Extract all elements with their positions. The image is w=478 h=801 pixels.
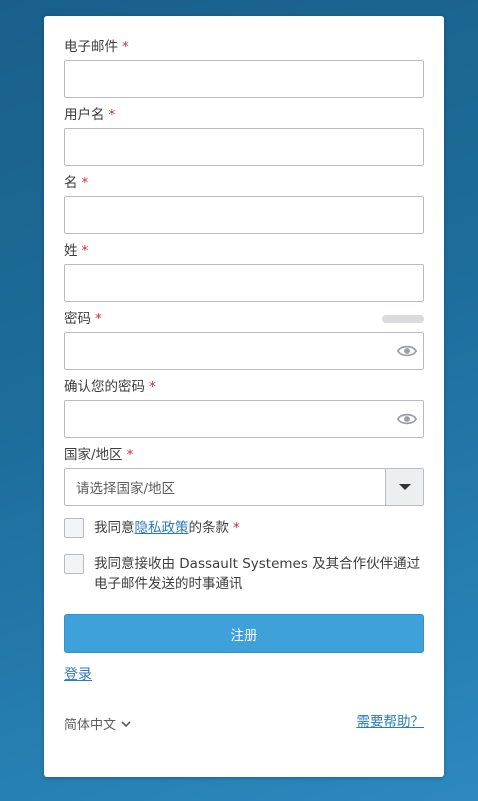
newsletter-checkbox[interactable] [64,554,84,574]
required-marker: * [95,311,102,327]
language-selector[interactable]: 简体中文 [64,714,131,733]
first-name-label: 名 * [64,174,424,192]
privacy-checkbox[interactable] [64,518,84,538]
username-label: 用户名 * [64,106,424,124]
caret-down-icon [398,484,411,490]
password-label: 密码 * [64,310,424,328]
required-marker: * [81,175,89,191]
country-field-group: 国家/地区 * 请选择国家/地区 [64,446,424,506]
privacy-consent-text: 我同意隐私政策的条款 * [94,518,240,538]
eye-icon[interactable] [397,410,417,428]
password-field-group: 密码 * [64,310,424,370]
privacy-consent-row: 我同意隐私政策的条款 * [64,518,424,538]
first-name-label-text: 名 [64,175,78,191]
country-select-placeholder: 请选择国家/地区 [76,481,176,497]
confirm-password-label: 确认您的密码 * [64,378,424,396]
password-strength-meter [382,315,424,323]
eye-icon[interactable] [397,342,417,360]
required-marker: * [149,379,156,395]
last-name-label: 姓 * [64,242,424,260]
privacy-policy-link[interactable]: 隐私政策 [135,520,189,536]
privacy-prefix: 我同意 [94,520,135,536]
required-marker: * [108,107,116,123]
username-input[interactable] [64,128,424,166]
privacy-suffix: 的条款 [188,520,230,536]
country-label: 国家/地区 * [64,446,424,464]
email-label: 电子邮件 * [64,38,424,56]
required-marker: * [126,447,134,463]
login-link[interactable]: 登录 [64,664,92,684]
newsletter-consent-text: 我同意接收由 Dassault Systemes 及其合作伙伴通过电子邮件发送的… [94,556,421,592]
last-name-label-text: 姓 [64,243,78,259]
required-marker: * [122,39,129,55]
first-name-field-group: 名 * [64,174,424,234]
register-button[interactable]: 注册 [64,614,424,653]
language-label: 简体中文 [64,718,117,733]
country-select[interactable]: 请选择国家/地区 [64,468,424,506]
email-field-group: 电子邮件 * [64,38,424,98]
username-label-text: 用户名 [64,107,105,123]
required-marker: * [81,243,89,259]
signup-card: 电子邮件 * 用户名 * 名 * 姓 * 密码 * 确认您的密码 * 国家/地区… [44,16,444,777]
last-name-field-group: 姓 * [64,242,424,302]
country-dropdown-button[interactable] [385,469,423,505]
required-marker: * [233,520,240,536]
last-name-input[interactable] [64,264,424,302]
confirm-password-label-text: 确认您的密码 [64,379,145,395]
confirm-password-field-group: 确认您的密码 * [64,378,424,438]
confirm-password-input[interactable] [64,400,424,438]
username-field-group: 用户名 * [64,106,424,166]
help-link[interactable]: 需要帮助？ [357,710,425,730]
password-label-text: 密码 [64,311,91,327]
password-input[interactable] [64,332,424,370]
email-input[interactable] [64,60,424,98]
first-name-input[interactable] [64,196,424,234]
email-label-text: 电子邮件 [64,39,118,55]
country-label-text: 国家/地区 [64,447,123,463]
newsletter-consent-row: 我同意接收由 Dassault Systemes 及其合作伙伴通过电子邮件发送的… [64,554,424,594]
chevron-down-icon [121,720,131,727]
